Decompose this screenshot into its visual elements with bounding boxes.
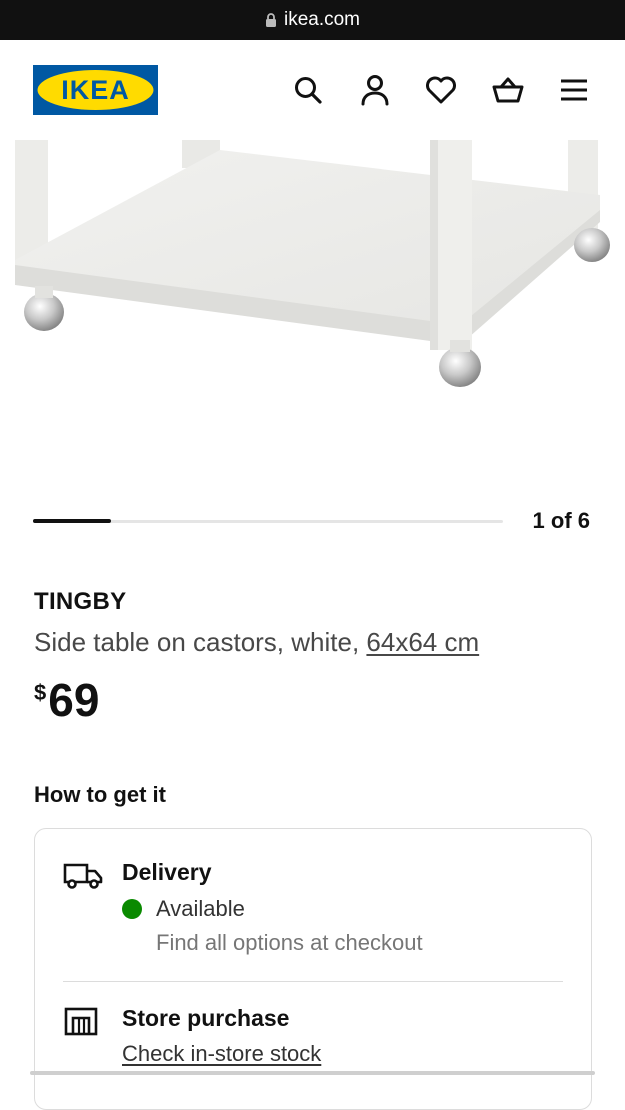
price-amount: 69	[48, 674, 100, 726]
availability-card: Delivery Available Find all options at c…	[34, 828, 592, 1110]
store-purchase-title: Store purchase	[122, 1005, 290, 1031]
search-icon[interactable]	[290, 72, 326, 108]
delivery-note: Find all options at checkout	[156, 930, 423, 955]
product-description-text: Side table on castors, white,	[34, 627, 360, 657]
shopping-bag-icon[interactable]	[490, 72, 526, 108]
delivery-status-text: Available	[156, 896, 245, 921]
bottom-scroll-indicator	[30, 1071, 595, 1075]
status-dot-icon	[122, 899, 142, 919]
store-icon	[63, 1005, 103, 1045]
browser-address-bar[interactable]: ikea.com	[0, 0, 625, 40]
truck-icon	[63, 859, 103, 899]
product-dimensions-link[interactable]: 64x64 cm	[366, 627, 479, 657]
delivery-status: Available	[122, 896, 245, 922]
lock-icon	[265, 12, 277, 28]
product-name: TINGBY	[34, 588, 127, 615]
product-price: $ 69	[34, 672, 99, 728]
delivery-title: Delivery	[122, 859, 212, 885]
gallery-counter: 1 of 6	[532, 508, 590, 533]
ikea-logo[interactable]: IKEA	[33, 65, 158, 115]
price-currency: $	[34, 680, 47, 705]
profile-icon[interactable]	[357, 72, 393, 108]
card-divider	[63, 981, 563, 982]
logo-text: IKEA	[61, 75, 130, 105]
gallery-progress-bar	[33, 519, 503, 523]
check-in-store-stock-link[interactable]: Check in-store stock	[122, 1041, 321, 1067]
url-text: ikea.com	[283, 9, 361, 30]
heart-icon[interactable]	[423, 72, 459, 108]
how-to-get-it-heading: How to get it	[34, 782, 166, 807]
menu-icon[interactable]	[556, 72, 592, 108]
product-image[interactable]	[0, 140, 625, 470]
gallery-progress-fill	[33, 519, 112, 523]
product-description: Side table on castors, white, 64x64 cm	[34, 627, 479, 658]
site-header: IKEA	[0, 40, 625, 140]
